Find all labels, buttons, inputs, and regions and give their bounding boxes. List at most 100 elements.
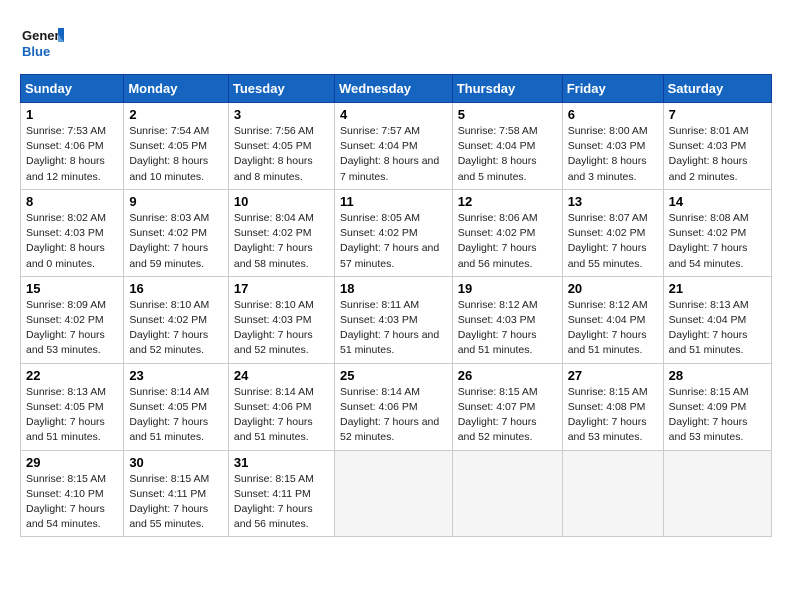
day-number: 14	[669, 194, 766, 209]
day-info: Sunrise: 8:11 AMSunset: 4:03 PMDaylight:…	[340, 298, 447, 359]
calendar-cell: 11 Sunrise: 8:05 AMSunset: 4:02 PMDaylig…	[334, 189, 452, 276]
day-number: 31	[234, 455, 329, 470]
day-info: Sunrise: 8:14 AMSunset: 4:06 PMDaylight:…	[340, 385, 447, 446]
day-number: 27	[568, 368, 658, 383]
day-number: 6	[568, 107, 658, 122]
day-info: Sunrise: 8:15 AMSunset: 4:11 PMDaylight:…	[129, 472, 223, 533]
weekday-header-tuesday: Tuesday	[228, 75, 334, 103]
logo: General Blue	[20, 20, 64, 64]
calendar-cell: 10 Sunrise: 8:04 AMSunset: 4:02 PMDaylig…	[228, 189, 334, 276]
day-info: Sunrise: 8:05 AMSunset: 4:02 PMDaylight:…	[340, 211, 447, 272]
calendar-cell: 6 Sunrise: 8:00 AMSunset: 4:03 PMDayligh…	[562, 103, 663, 190]
day-info: Sunrise: 7:58 AMSunset: 4:04 PMDaylight:…	[458, 124, 557, 185]
calendar-cell	[452, 450, 562, 537]
calendar-cell: 14 Sunrise: 8:08 AMSunset: 4:02 PMDaylig…	[663, 189, 771, 276]
day-info: Sunrise: 8:07 AMSunset: 4:02 PMDaylight:…	[568, 211, 658, 272]
weekday-header-wednesday: Wednesday	[334, 75, 452, 103]
day-number: 24	[234, 368, 329, 383]
day-info: Sunrise: 8:12 AMSunset: 4:04 PMDaylight:…	[568, 298, 658, 359]
day-info: Sunrise: 8:15 AMSunset: 4:11 PMDaylight:…	[234, 472, 329, 533]
day-number: 30	[129, 455, 223, 470]
calendar-cell: 22 Sunrise: 8:13 AMSunset: 4:05 PMDaylig…	[21, 363, 124, 450]
day-number: 26	[458, 368, 557, 383]
day-number: 13	[568, 194, 658, 209]
day-number: 22	[26, 368, 118, 383]
day-info: Sunrise: 7:57 AMSunset: 4:04 PMDaylight:…	[340, 124, 447, 185]
day-number: 28	[669, 368, 766, 383]
day-number: 4	[340, 107, 447, 122]
day-number: 8	[26, 194, 118, 209]
svg-text:General: General	[22, 28, 64, 43]
day-info: Sunrise: 8:14 AMSunset: 4:05 PMDaylight:…	[129, 385, 223, 446]
day-number: 2	[129, 107, 223, 122]
calendar-cell: 18 Sunrise: 8:11 AMSunset: 4:03 PMDaylig…	[334, 276, 452, 363]
calendar-cell: 1 Sunrise: 7:53 AMSunset: 4:06 PMDayligh…	[21, 103, 124, 190]
calendar-cell: 4 Sunrise: 7:57 AMSunset: 4:04 PMDayligh…	[334, 103, 452, 190]
weekday-header-sunday: Sunday	[21, 75, 124, 103]
calendar-cell: 26 Sunrise: 8:15 AMSunset: 4:07 PMDaylig…	[452, 363, 562, 450]
calendar-cell: 7 Sunrise: 8:01 AMSunset: 4:03 PMDayligh…	[663, 103, 771, 190]
calendar-cell: 12 Sunrise: 8:06 AMSunset: 4:02 PMDaylig…	[452, 189, 562, 276]
day-number: 7	[669, 107, 766, 122]
day-number: 9	[129, 194, 223, 209]
svg-text:Blue: Blue	[22, 44, 50, 59]
calendar-week-4: 22 Sunrise: 8:13 AMSunset: 4:05 PMDaylig…	[21, 363, 772, 450]
logo-icon: General Blue	[20, 20, 64, 64]
day-info: Sunrise: 8:14 AMSunset: 4:06 PMDaylight:…	[234, 385, 329, 446]
day-info: Sunrise: 8:09 AMSunset: 4:02 PMDaylight:…	[26, 298, 118, 359]
day-number: 10	[234, 194, 329, 209]
day-number: 19	[458, 281, 557, 296]
calendar-cell: 30 Sunrise: 8:15 AMSunset: 4:11 PMDaylig…	[124, 450, 229, 537]
calendar-cell: 29 Sunrise: 8:15 AMSunset: 4:10 PMDaylig…	[21, 450, 124, 537]
day-info: Sunrise: 8:13 AMSunset: 4:05 PMDaylight:…	[26, 385, 118, 446]
day-number: 17	[234, 281, 329, 296]
calendar-cell	[663, 450, 771, 537]
day-info: Sunrise: 8:02 AMSunset: 4:03 PMDaylight:…	[26, 211, 118, 272]
day-info: Sunrise: 8:08 AMSunset: 4:02 PMDaylight:…	[669, 211, 766, 272]
day-info: Sunrise: 8:13 AMSunset: 4:04 PMDaylight:…	[669, 298, 766, 359]
calendar-cell: 8 Sunrise: 8:02 AMSunset: 4:03 PMDayligh…	[21, 189, 124, 276]
calendar-week-1: 1 Sunrise: 7:53 AMSunset: 4:06 PMDayligh…	[21, 103, 772, 190]
day-info: Sunrise: 8:15 AMSunset: 4:09 PMDaylight:…	[669, 385, 766, 446]
day-number: 11	[340, 194, 447, 209]
calendar-cell: 9 Sunrise: 8:03 AMSunset: 4:02 PMDayligh…	[124, 189, 229, 276]
calendar-cell: 25 Sunrise: 8:14 AMSunset: 4:06 PMDaylig…	[334, 363, 452, 450]
day-info: Sunrise: 7:53 AMSunset: 4:06 PMDaylight:…	[26, 124, 118, 185]
calendar-cell: 2 Sunrise: 7:54 AMSunset: 4:05 PMDayligh…	[124, 103, 229, 190]
day-info: Sunrise: 8:04 AMSunset: 4:02 PMDaylight:…	[234, 211, 329, 272]
calendar-cell: 27 Sunrise: 8:15 AMSunset: 4:08 PMDaylig…	[562, 363, 663, 450]
day-info: Sunrise: 8:12 AMSunset: 4:03 PMDaylight:…	[458, 298, 557, 359]
day-number: 25	[340, 368, 447, 383]
day-info: Sunrise: 8:00 AMSunset: 4:03 PMDaylight:…	[568, 124, 658, 185]
calendar-cell: 19 Sunrise: 8:12 AMSunset: 4:03 PMDaylig…	[452, 276, 562, 363]
day-number: 23	[129, 368, 223, 383]
calendar-cell: 16 Sunrise: 8:10 AMSunset: 4:02 PMDaylig…	[124, 276, 229, 363]
day-number: 5	[458, 107, 557, 122]
weekday-header-thursday: Thursday	[452, 75, 562, 103]
day-number: 29	[26, 455, 118, 470]
day-info: Sunrise: 8:06 AMSunset: 4:02 PMDaylight:…	[458, 211, 557, 272]
calendar-week-2: 8 Sunrise: 8:02 AMSunset: 4:03 PMDayligh…	[21, 189, 772, 276]
calendar-cell: 21 Sunrise: 8:13 AMSunset: 4:04 PMDaylig…	[663, 276, 771, 363]
day-info: Sunrise: 7:56 AMSunset: 4:05 PMDaylight:…	[234, 124, 329, 185]
day-info: Sunrise: 8:15 AMSunset: 4:08 PMDaylight:…	[568, 385, 658, 446]
day-info: Sunrise: 8:15 AMSunset: 4:10 PMDaylight:…	[26, 472, 118, 533]
day-number: 20	[568, 281, 658, 296]
calendar-table: SundayMondayTuesdayWednesdayThursdayFrid…	[20, 74, 772, 537]
calendar-cell: 17 Sunrise: 8:10 AMSunset: 4:03 PMDaylig…	[228, 276, 334, 363]
weekday-header-monday: Monday	[124, 75, 229, 103]
day-number: 18	[340, 281, 447, 296]
calendar-cell: 28 Sunrise: 8:15 AMSunset: 4:09 PMDaylig…	[663, 363, 771, 450]
calendar-week-3: 15 Sunrise: 8:09 AMSunset: 4:02 PMDaylig…	[21, 276, 772, 363]
page-header: General Blue	[20, 20, 772, 64]
calendar-cell: 5 Sunrise: 7:58 AMSunset: 4:04 PMDayligh…	[452, 103, 562, 190]
day-number: 12	[458, 194, 557, 209]
day-info: Sunrise: 8:03 AMSunset: 4:02 PMDaylight:…	[129, 211, 223, 272]
day-number: 1	[26, 107, 118, 122]
calendar-cell: 13 Sunrise: 8:07 AMSunset: 4:02 PMDaylig…	[562, 189, 663, 276]
day-info: Sunrise: 8:10 AMSunset: 4:03 PMDaylight:…	[234, 298, 329, 359]
day-info: Sunrise: 8:10 AMSunset: 4:02 PMDaylight:…	[129, 298, 223, 359]
calendar-cell	[562, 450, 663, 537]
day-info: Sunrise: 7:54 AMSunset: 4:05 PMDaylight:…	[129, 124, 223, 185]
day-number: 3	[234, 107, 329, 122]
